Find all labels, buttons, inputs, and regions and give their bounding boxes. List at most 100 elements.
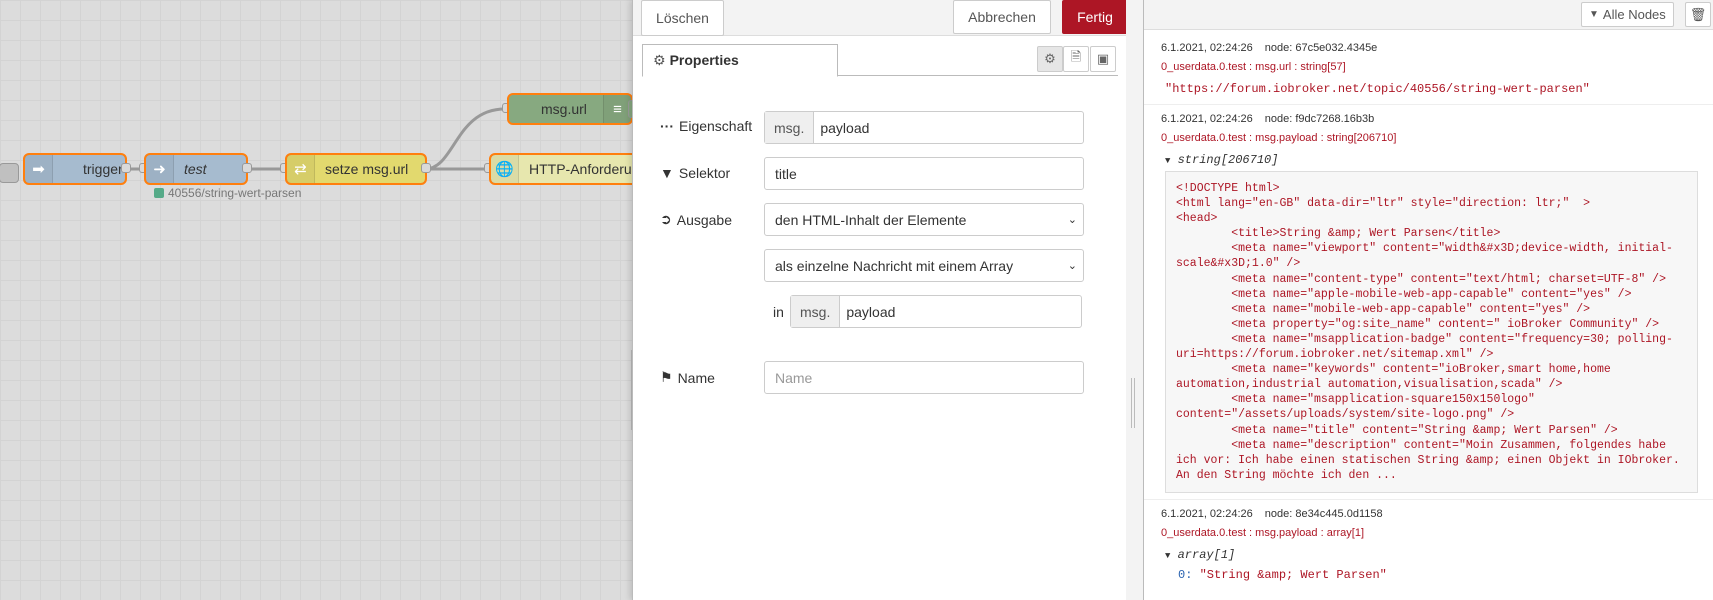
type-prefix[interactable]: msg. [765,112,815,143]
field-label: Selektor [678,165,731,181]
done-button[interactable]: Fertig [1062,0,1128,34]
cancel-button[interactable]: Abbrechen [953,0,1051,34]
name-row-label: ⚑ Name [660,369,715,386]
debug-message[interactable]: 6.1.2021, 02:24:26 node: 8e34c445.0d1158 … [1144,500,1713,588]
input-value: payload [846,303,896,320]
link-icon: ➜ [146,155,174,183]
tree-type: string[206710] [1177,153,1279,167]
tray-tabs: ⚙ Properties ⚙ 🗎 ▣ [642,44,1118,77]
tree-toggle[interactable]: ▼ string[206710] [1161,147,1698,167]
output-mode-select[interactable]: als einzelne Nachricht mit einem Array ⌄ [764,249,1084,282]
message-node[interactable]: node: 8e34c445.0d1158 [1265,508,1383,520]
input-value: payload [820,119,870,136]
select-value: als einzelne Nachricht mit einem Array [775,257,1014,274]
node-label: msg.url [541,101,587,117]
output-port[interactable] [121,163,131,173]
node-test[interactable]: ➜ test [144,153,248,185]
message-time: 6.1.2021, 02:24:26 [1161,507,1253,520]
tree-type: array[1] [1177,547,1236,562]
selector-row-label: ▼ Selektor [660,165,730,181]
list-icon: ≡ [603,95,631,123]
node-debug-msg-url[interactable]: msg.url ≡ [507,93,633,125]
file-icon: 🗎 [1070,49,1082,64]
flow-workspace[interactable]: ➡ trigger ➜ test 40556/string-wert-parse… [0,0,640,600]
settings-tab-button[interactable]: ⚙ [1037,46,1063,72]
tree-toggle[interactable]: ▼ array[1] [1161,542,1698,562]
inject-icon: ➡ [25,155,53,183]
output-select[interactable]: den HTML-Inhalt der Elemente ⌄ [764,203,1084,236]
property-row-label: ··· Eigenschaft [660,118,752,134]
description-tab-button[interactable]: 🗎 [1063,46,1089,72]
flow-wires [125,107,506,171]
output-port[interactable] [242,163,252,173]
output-port[interactable] [421,163,431,173]
button-label: Alle Nodes [1602,7,1666,22]
select-value: den HTML-Inhalt der Elemente [775,211,967,228]
tray-header: Löschen Abbrechen Fertig [633,0,1128,36]
debug-sidebar: ▼ Alle Nodes 🗑 6.1.2021, 02:24:26 node: 6… [1143,0,1713,600]
filter-icon: ▼ [1589,9,1599,20]
name-input[interactable]: Name [764,361,1084,394]
node-setze-msg-url[interactable]: ⇄ setze msg.url [285,153,427,185]
output-row-label: ➲ Ausgabe [660,211,732,228]
field-label: Ausgabe [676,211,733,228]
inject-button[interactable] [0,163,19,183]
node-trigger[interactable]: ➡ trigger [23,153,127,185]
clear-messages-button[interactable]: 🗑 [1685,2,1711,27]
gear-icon: ⚙ [653,52,666,68]
node-status-text: 40556/string-wert-parsen [168,186,302,200]
array-value: "String &amp; Wert Parsen" [1199,567,1387,582]
message-time: 6.1.2021, 02:24:26 [1161,113,1253,125]
message-meta: 6.1.2021, 02:24:26 node: f9dc7268.16b3b [1161,109,1698,129]
message-meta: 6.1.2021, 02:24:26 node: 8e34c445.0d1158 [1161,504,1698,524]
caret-down-icon: ▼ [1165,550,1171,561]
message-code-content: <!DOCTYPE html> <html lang="en-GB" data-… [1165,171,1698,493]
frame-icon: ▣ [1096,51,1110,66]
field-label: Name [677,369,715,386]
node-label: test [184,161,207,177]
gear-icon: ⚙ [1044,51,1056,66]
delete-button[interactable]: Löschen [641,0,724,36]
array-item[interactable]: 0: "String &amp; Wert Parsen" [1161,562,1698,582]
field-label: Eigenschaft [679,118,753,134]
array-index: 0: [1178,567,1193,582]
appearance-tab-button[interactable]: ▣ [1090,46,1116,72]
shuffle-icon: ⇄ [287,155,315,183]
trash-icon: 🗑 [1689,6,1707,22]
message-node[interactable]: node: f9dc7268.16b3b [1265,113,1375,125]
in-label: in [773,304,784,320]
filter-icon: ▼ [660,165,674,181]
property-input[interactable]: msg. payload [764,111,1084,144]
chevron-down-icon: ⌄ [1067,214,1077,226]
node-http-request[interactable]: 🌐 HTTP-Anforderung [489,153,640,185]
ellipsis-icon: ··· [660,118,674,134]
caret-down-icon: ▼ [1165,156,1171,166]
message-value[interactable]: "https://forum.iobroker.net/topic/40556/… [1161,76,1698,98]
type-prefix[interactable]: msg. [791,296,841,327]
tab-label: Properties [669,52,739,68]
node-edit-tray: Löschen Abbrechen Fertig ⚙ Properties ⚙ 🗎… [632,0,1128,600]
message-meta: 6.1.2021, 02:24:26 node: 67c5e032.4345e [1161,38,1698,58]
selector-input[interactable]: title [764,157,1084,190]
tab-properties[interactable]: ⚙ Properties [642,44,838,77]
chevron-down-icon: ⌄ [1067,260,1077,272]
message-topic: 0_userdata.0.test : msg.payload : string… [1161,132,1397,144]
debug-message[interactable]: 6.1.2021, 02:24:26 node: f9dc7268.16b3b 0… [1144,105,1713,500]
node-label: HTTP-Anforderung [529,161,640,177]
node-label: setze msg.url [325,161,409,177]
debug-message[interactable]: 6.1.2021, 02:24:26 node: 67c5e032.4345e 0… [1144,30,1713,105]
node-label: trigger [83,161,123,177]
input-placeholder: Name [775,369,813,386]
input-value: title [775,165,797,182]
globe-icon: 🌐 [491,155,519,183]
message-node[interactable]: node: 67c5e032.4345e [1265,42,1378,54]
status-dot [154,188,164,198]
message-topic: 0_userdata.0.test : msg.url : string[57] [1161,61,1346,73]
resize-handle[interactable] [1131,378,1135,428]
filter-nodes-button[interactable]: ▼ Alle Nodes [1581,2,1674,27]
output-target-input[interactable]: msg. payload [790,295,1082,328]
message-topic: 0_userdata.0.test : msg.payload : array[… [1161,526,1365,539]
sidebar-separator[interactable] [1126,0,1143,600]
debug-toolbar: ▼ Alle Nodes 🗑 [1144,0,1713,30]
sign-out-icon: ➲ [660,211,672,227]
